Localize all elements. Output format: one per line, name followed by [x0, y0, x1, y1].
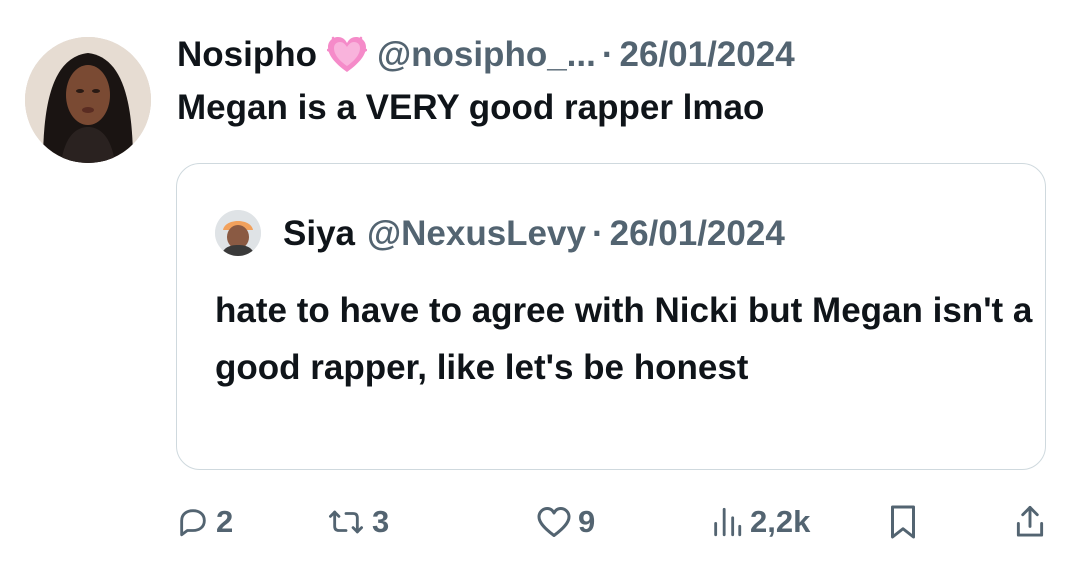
quoted-separator-dot: · [591, 214, 604, 253]
separator-dot: · [601, 35, 614, 74]
reply-button[interactable]: 2 [176, 500, 233, 544]
retweet-icon [326, 505, 366, 539]
tweet-header: Nosipho @nosipho_... · 26/01/2024 [177, 32, 795, 78]
quoted-author-name[interactable]: Siya [283, 214, 355, 254]
quoted-tweet[interactable]: Siya @NexusLevy · 26/01/2024 hate to hav… [176, 163, 1046, 470]
tweet-date[interactable]: 26/01/2024 [620, 35, 795, 75]
author-handle[interactable]: @nosipho_... [377, 35, 596, 75]
retweet-count: 3 [372, 504, 390, 539]
reply-icon [176, 505, 210, 539]
views-chart-icon [710, 505, 744, 539]
like-count: 9 [578, 504, 596, 539]
quoted-tweet-header: Siya @NexusLevy · 26/01/2024 [283, 210, 785, 258]
quoted-tweet-text: hate to have to agree with Nicki but Meg… [215, 291, 1033, 387]
quoted-author-avatar[interactable] [215, 210, 261, 256]
pink-heart-icon [326, 36, 367, 74]
like-button[interactable]: 9 [536, 500, 595, 544]
author-avatar[interactable] [25, 37, 151, 163]
reply-count: 2 [216, 504, 234, 539]
views-button[interactable]: 2,2k [710, 500, 810, 544]
quoted-tweet-date[interactable]: 26/01/2024 [610, 214, 785, 254]
action-bar: 2 3 9 2,2k [176, 500, 1046, 544]
share-button[interactable] [1014, 500, 1046, 544]
quoted-author-handle[interactable]: @NexusLevy [367, 214, 586, 254]
heart-outline-icon [536, 505, 572, 539]
share-icon [1014, 504, 1046, 540]
retweet-button[interactable]: 3 [326, 500, 389, 544]
bookmark-button[interactable] [888, 500, 918, 544]
tweet-text: Megan is a VERY good rapper lmao [177, 88, 765, 127]
bookmark-icon [888, 504, 918, 540]
view-count: 2,2k [750, 504, 811, 539]
author-name[interactable]: Nosipho [177, 35, 317, 75]
